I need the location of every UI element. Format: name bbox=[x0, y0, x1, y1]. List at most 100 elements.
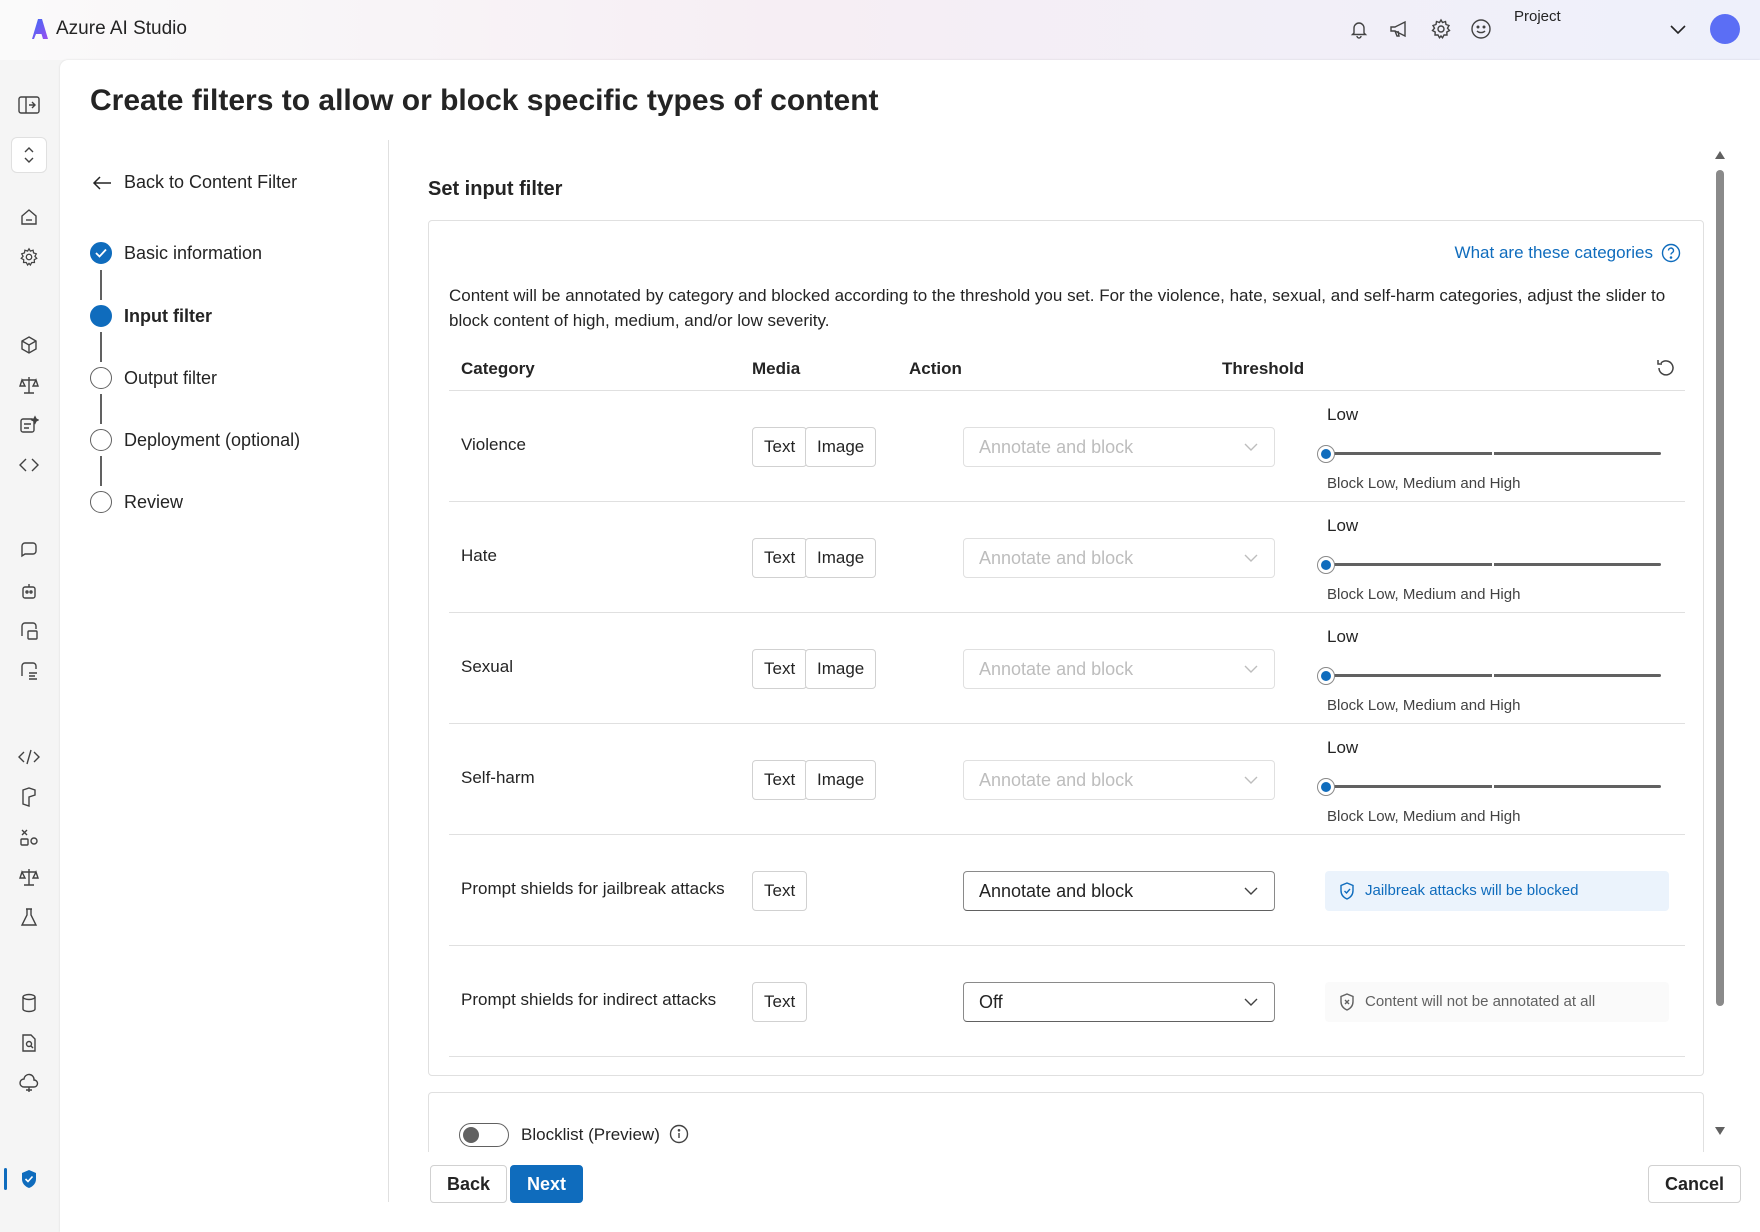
step-label: Review bbox=[124, 491, 184, 512]
cube-icon[interactable] bbox=[16, 332, 42, 358]
tracing-icon[interactable] bbox=[16, 824, 42, 850]
scroll-up-arrow-icon[interactable] bbox=[1714, 150, 1726, 160]
threshold-note: Block Low, Medium and High bbox=[1327, 475, 1521, 492]
brand[interactable]: Azure AI Studio bbox=[32, 18, 187, 40]
threshold-note: Block Low, Medium and High bbox=[1327, 808, 1521, 825]
threshold-level: Low bbox=[1327, 516, 1359, 535]
threshold-slider[interactable] bbox=[1315, 776, 1665, 798]
action-select[interactable]: Off bbox=[963, 982, 1275, 1022]
step-connector bbox=[100, 332, 102, 362]
code-icon[interactable] bbox=[16, 744, 42, 770]
app-title: Azure AI Studio bbox=[56, 18, 187, 39]
prompt-flow-icon[interactable] bbox=[16, 784, 42, 810]
slider-thumb[interactable] bbox=[1317, 778, 1335, 796]
shield-check-icon bbox=[1340, 882, 1354, 900]
slider-thumb[interactable] bbox=[1317, 667, 1335, 685]
back-to-content-filter-link[interactable]: Back to Content Filter bbox=[92, 172, 297, 193]
shield-icon[interactable] bbox=[16, 1166, 42, 1192]
column-header-action: Action bbox=[909, 359, 962, 378]
step-output-filter[interactable]: Output filter bbox=[90, 367, 217, 389]
robot-icon[interactable] bbox=[16, 578, 42, 604]
category-name: Hate bbox=[461, 546, 497, 565]
scrollbar-thumb[interactable] bbox=[1716, 170, 1724, 1006]
chat-icon[interactable] bbox=[16, 538, 42, 564]
avatar[interactable] bbox=[1710, 14, 1740, 44]
step-input-filter[interactable]: Input filter bbox=[90, 305, 212, 327]
scroll-down-arrow-icon[interactable] bbox=[1714, 1126, 1726, 1136]
threshold-note: Block Low, Medium and High bbox=[1327, 697, 1521, 714]
panel-toggle-icon[interactable] bbox=[16, 92, 42, 118]
reset-icon[interactable] bbox=[1655, 357, 1677, 379]
media-chip-text: Text bbox=[752, 760, 808, 800]
deploy-cloud-icon[interactable] bbox=[16, 1070, 42, 1096]
blocklist-card: Blocklist (Preview) bbox=[428, 1092, 1704, 1152]
chevron-down-icon[interactable] bbox=[1666, 18, 1690, 42]
chevron-down-icon bbox=[1244, 887, 1258, 895]
column-header-category: Category bbox=[461, 359, 535, 378]
media-chip-text: Text bbox=[752, 871, 808, 911]
chevron-down-icon bbox=[1244, 665, 1258, 673]
action-value: Annotate and block bbox=[979, 548, 1134, 568]
chevron-down-icon bbox=[1244, 443, 1258, 451]
step-deployment[interactable]: Deployment (optional) bbox=[90, 429, 300, 451]
action-select: Annotate and block bbox=[963, 760, 1275, 800]
next-button[interactable]: Next bbox=[510, 1165, 584, 1203]
top-bar: Azure AI Studio Project bbox=[0, 0, 1760, 60]
table-row-sexual: Sexual Text Image Annotate and block Low… bbox=[449, 613, 1685, 724]
megaphone-icon[interactable] bbox=[1387, 16, 1413, 42]
media-chip-image: Image bbox=[805, 427, 877, 467]
image-chat-icon[interactable] bbox=[16, 618, 42, 644]
data-icon[interactable] bbox=[16, 990, 42, 1016]
back-link-label: Back to Content Filter bbox=[124, 172, 298, 192]
status-badge: Jailbreak attacks will be blocked bbox=[1325, 871, 1669, 911]
category-name: Sexual bbox=[461, 657, 513, 676]
back-button[interactable]: Back bbox=[430, 1165, 508, 1203]
speech-icon[interactable] bbox=[16, 658, 42, 684]
category-name: Violence bbox=[461, 435, 526, 454]
pending-step-indicator bbox=[90, 367, 112, 389]
prompt-catalog-icon[interactable] bbox=[16, 412, 42, 438]
slider-thumb[interactable] bbox=[1317, 445, 1335, 463]
model-swap-icon[interactable] bbox=[16, 452, 42, 478]
arrow-left-icon bbox=[92, 175, 111, 190]
home-icon[interactable] bbox=[16, 204, 42, 230]
slider-thumb[interactable] bbox=[1317, 556, 1335, 574]
action-value: Annotate and block bbox=[979, 881, 1134, 901]
chevron-down-icon bbox=[1244, 998, 1258, 1006]
bell-icon[interactable] bbox=[1346, 16, 1372, 42]
step-basic-information[interactable]: Basic information bbox=[90, 242, 262, 264]
action-select: Annotate and block bbox=[963, 427, 1275, 467]
action-value: Annotate and block bbox=[979, 437, 1134, 457]
evaluation-icon[interactable] bbox=[16, 864, 42, 890]
step-review[interactable]: Review bbox=[90, 491, 183, 513]
step-connector bbox=[100, 394, 102, 424]
status-text: Content will not be annotated at all bbox=[1365, 993, 1596, 1010]
checkmark-icon bbox=[90, 242, 112, 264]
step-label: Basic information bbox=[124, 242, 263, 263]
shield-off-icon bbox=[1340, 993, 1354, 1011]
chevron-down-icon bbox=[1244, 776, 1258, 784]
category-name: Prompt shields for jailbreak attacks bbox=[461, 879, 725, 898]
cancel-button[interactable]: Cancel bbox=[1648, 1165, 1742, 1203]
action-select[interactable]: Annotate and block bbox=[963, 871, 1275, 911]
gear-icon[interactable] bbox=[1428, 16, 1454, 42]
threshold-slider[interactable] bbox=[1315, 443, 1665, 465]
table-row-violence: Violence Text Image Annotate and block L… bbox=[449, 391, 1685, 502]
table-row-self-harm: Self-harm Text Image Annotate and block … bbox=[449, 724, 1685, 835]
blocklist-toggle[interactable] bbox=[459, 1123, 509, 1147]
smiley-icon[interactable] bbox=[1468, 16, 1494, 42]
question-circle-icon bbox=[1661, 243, 1681, 263]
categories-help-link[interactable]: What are these categories bbox=[1455, 243, 1681, 263]
threshold-level: Low bbox=[1327, 627, 1359, 646]
blocklist-label: Blocklist (Preview) bbox=[521, 1125, 660, 1144]
flask-icon[interactable] bbox=[16, 904, 42, 930]
input-filter-card: What are these categories Content will b… bbox=[428, 220, 1704, 1076]
indexes-icon[interactable] bbox=[16, 1030, 42, 1056]
threshold-slider[interactable] bbox=[1315, 665, 1665, 687]
page-title: Create filters to allow or block specifi… bbox=[90, 84, 879, 117]
settings-icon[interactable] bbox=[16, 244, 42, 270]
expand-collapse-icon bbox=[16, 142, 42, 168]
threshold-slider[interactable] bbox=[1315, 554, 1665, 576]
info-icon[interactable] bbox=[669, 1124, 689, 1144]
scale-icon[interactable] bbox=[16, 372, 42, 398]
